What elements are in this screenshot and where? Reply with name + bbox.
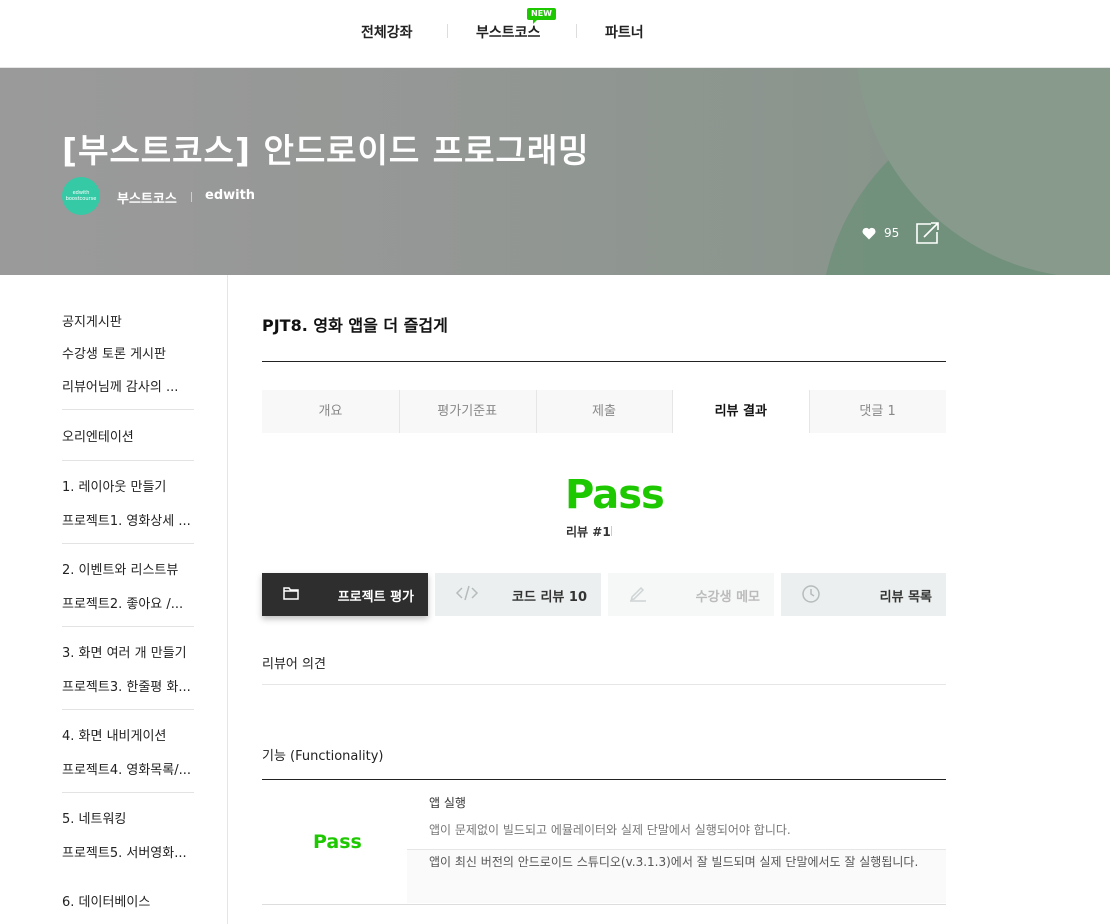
- sidebar-item-chapter6[interactable]: 6. 데이터베이스: [62, 891, 202, 910]
- heart-icon[interactable]: [862, 225, 876, 244]
- sidebar-item-orientation[interactable]: 오리엔테이션: [62, 426, 202, 445]
- code-icon: [455, 584, 479, 606]
- sidebar-item-chapter3[interactable]: 3. 화면 여러 개 만들기: [62, 642, 202, 661]
- reviewer-opinion-heading: 리뷰어 의견: [262, 657, 326, 672]
- divider: [611, 526, 612, 536]
- section-divider: [262, 904, 946, 905]
- button-label: 프로젝트 평가: [337, 590, 414, 605]
- sidebar-divider: [62, 792, 194, 793]
- project-title: PJT8. 영화 앱을 더 즐겁게: [262, 316, 448, 335]
- sidebar-item-chapter4[interactable]: 4. 화면 내비게이션: [62, 725, 202, 744]
- button-label: 리뷰 목록: [879, 590, 932, 605]
- sidebar-divider: [62, 626, 194, 627]
- institution-logo[interactable]: edwith boostcourse: [62, 177, 100, 215]
- section-divider: [262, 779, 946, 780]
- section-divider: [262, 684, 946, 685]
- nav-all-courses[interactable]: 전체강좌: [361, 22, 413, 42]
- new-badge: NEW: [527, 8, 556, 24]
- top-navigation: 전체강좌 부스트코스 NEW 파트너: [0, 0, 1110, 68]
- project-eval-button[interactable]: 프로젝트 평가: [262, 573, 428, 616]
- share-icon[interactable]: [913, 220, 941, 250]
- review-list-button[interactable]: 리뷰 목록: [781, 573, 946, 616]
- criterion-result: Pass: [313, 831, 362, 853]
- criterion-description: 앱이 문제없이 빌드되고 에뮬레이터와 실제 단말에서 실행되어야 합니다.: [429, 823, 791, 837]
- institution-link[interactable]: edwith: [205, 188, 255, 203]
- organization-link[interactable]: 부스트코스: [117, 188, 177, 207]
- like-count: 95: [884, 226, 900, 240]
- course-title: [부스트코스] 안드로이드 프로그래밍: [62, 131, 590, 170]
- sidebar-item-project1[interactable]: 프로젝트1. 영화상세 ...: [62, 510, 202, 529]
- sidebar-item-project4[interactable]: 프로젝트4. 영화목록/...: [62, 759, 202, 778]
- sidebar-divider: [62, 409, 194, 410]
- tab-overview[interactable]: 개요: [262, 390, 399, 433]
- sidebar-divider: [62, 709, 194, 710]
- student-memo-button[interactable]: 수강생 메모: [608, 573, 774, 616]
- sidebar-item-notice[interactable]: 공지게시판: [62, 311, 202, 330]
- logo-text: boostcourse: [65, 196, 97, 202]
- course-hero-banner: [부스트코스] 안드로이드 프로그래밍 edwith boostcourse 부…: [0, 68, 1110, 275]
- button-label: 수강생 메모: [695, 590, 760, 605]
- tab-rubric[interactable]: 평가기준표: [398, 390, 536, 433]
- sidebar-item-thanks[interactable]: 리뷰어님께 감사의 ...: [62, 376, 202, 395]
- sidebar-item-discussion[interactable]: 수강생 토론 게시판: [62, 343, 202, 362]
- tab-review-result[interactable]: 리뷰 결과: [672, 390, 810, 433]
- clock-icon: [801, 584, 821, 608]
- folder-icon: [282, 584, 300, 606]
- project-tabs: 개요 평가기준표 제출 리뷰 결과 댓글 1: [262, 390, 946, 433]
- criterion-title: 앱 실행: [429, 796, 466, 810]
- nav-divider: [447, 24, 448, 38]
- divider: [191, 192, 192, 202]
- sidebar-divider: [62, 543, 194, 544]
- title-divider: [262, 361, 946, 362]
- functionality-heading: 기능 (Functionality): [262, 749, 384, 764]
- sidebar-item-chapter5[interactable]: 5. 네트워킹: [62, 808, 202, 827]
- nav-partner[interactable]: 파트너: [605, 22, 644, 42]
- tab-submission[interactable]: 제출: [535, 390, 673, 433]
- course-sidebar: 공지게시판 수강생 토론 게시판 리뷰어님께 감사의 ... 오리엔테이션 1.…: [0, 275, 228, 924]
- button-label: 코드 리뷰 10: [512, 590, 587, 605]
- sidebar-item-chapter2[interactable]: 2. 이벤트와 리스트뷰: [62, 559, 202, 578]
- sidebar-divider: [62, 460, 194, 461]
- code-review-button[interactable]: 코드 리뷰 10: [435, 573, 601, 616]
- tab-comments[interactable]: 댓글 1: [809, 390, 946, 433]
- sidebar-item-chapter1[interactable]: 1. 레이아웃 만들기: [62, 476, 202, 495]
- nav-boostcourse[interactable]: 부스트코스: [476, 22, 540, 42]
- review-result: Pass: [565, 472, 665, 518]
- sidebar-item-project5[interactable]: 프로젝트5. 서버영화...: [62, 842, 202, 861]
- sidebar-item-project3[interactable]: 프로젝트3. 한줄평 화...: [62, 676, 202, 695]
- nav-divider: [576, 24, 577, 38]
- sidebar-item-project2[interactable]: 프로젝트2. 좋아요 /...: [62, 593, 202, 612]
- pencil-icon: [628, 584, 648, 606]
- reviewer-comment: 앱이 최신 버전의 안드로이드 스튜디오(v.3.1.3)에서 잘 빌드되며 실…: [429, 855, 919, 869]
- review-number: 리뷰 #1: [566, 525, 611, 539]
